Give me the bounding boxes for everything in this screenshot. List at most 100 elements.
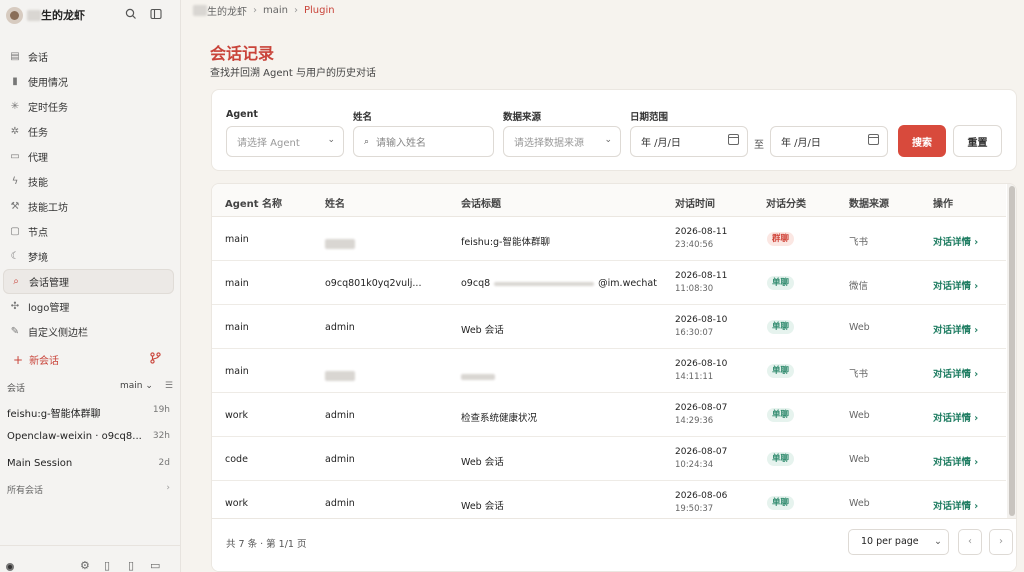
pagination-bar: 共 7 条 · 第 1/1 页 10 per page ⌄ ‹ › xyxy=(212,518,1016,571)
sessions-filter-value: main xyxy=(120,381,143,391)
conversation-detail-link[interactable]: 对话详情 › xyxy=(933,322,978,336)
calendar-icon[interactable] xyxy=(728,134,739,145)
table-scrollbar[interactable] xyxy=(1007,184,1016,518)
plus-icon: + xyxy=(13,352,24,367)
name-cell: o9cq801k0yq2vulj... xyxy=(325,278,422,289)
bar-chart-icon: ▮ xyxy=(12,76,18,87)
source-cell: Web xyxy=(849,498,870,509)
source-cell: 飞书 xyxy=(849,237,869,248)
per-page-value: 10 per page xyxy=(861,536,919,547)
agent-cell: work xyxy=(225,410,248,421)
book-icon[interactable]: ▯ xyxy=(104,559,110,572)
sidebar-item-skills[interactable]: ϟ 技能 xyxy=(3,169,174,194)
agent-cell: main xyxy=(225,278,249,289)
monitor-icon[interactable]: ▭ xyxy=(150,559,160,572)
session-title: Main Session xyxy=(7,458,73,469)
agent-cell: main xyxy=(225,322,249,333)
sidebar-item-label: 会话 xyxy=(28,53,48,64)
redacted-block xyxy=(325,238,355,249)
breadcrumb-workspace[interactable]: 生的龙虾 xyxy=(207,3,247,18)
category-badge: 单聊 xyxy=(767,364,795,378)
scrollbar-thumb[interactable] xyxy=(1009,186,1015,516)
pencil-icon: ✎ xyxy=(10,326,20,337)
name-input[interactable]: ⌕ 请输入姓名 xyxy=(353,126,494,157)
per-page-select[interactable]: 10 per page ⌄ xyxy=(848,529,949,555)
session-item[interactable]: feishu:g-智能体群聊 19h xyxy=(7,405,170,420)
sidebar-item-session-management[interactable]: ⌕ 会话管理 xyxy=(3,269,174,294)
title-cell: o9cq8 @im.wechat xyxy=(461,278,657,289)
redacted-block xyxy=(461,373,495,380)
sidebar-item-logo-management[interactable]: ✣ logo管理 xyxy=(3,294,174,319)
prev-page-button[interactable]: ‹ xyxy=(958,529,982,555)
avatar[interactable] xyxy=(6,6,23,24)
date-cell: 2026-08-11 xyxy=(675,227,728,237)
table-row: main feishu:g-智能体群聊 2026-08-11 23:40:56 … xyxy=(212,217,1006,261)
reset-button[interactable]: 重置 xyxy=(953,125,1002,157)
page-title: 会话记录 xyxy=(210,44,275,63)
sidebar-item-cron[interactable]: ✳ 定时任务 xyxy=(3,94,174,119)
sidebar-item-label: 会话管理 xyxy=(29,278,69,289)
sidebar-toggle-icon[interactable] xyxy=(149,8,163,22)
status-indicator xyxy=(6,563,14,571)
sessions-filter-select[interactable]: main ⌄ xyxy=(120,381,153,394)
source-select[interactable]: 请选择数据来源 ⌄ xyxy=(503,126,621,157)
sidebar-item-nodes[interactable]: ▢ 节点 xyxy=(3,219,174,244)
search-button[interactable]: 搜索 xyxy=(898,125,946,157)
name-cell: admin xyxy=(325,454,355,465)
time-cell: 14:11:11 xyxy=(675,372,714,382)
new-chat-button[interactable]: + 新会话 xyxy=(13,352,59,368)
conversation-detail-link[interactable]: 对话详情 › xyxy=(933,498,978,512)
column-header: 数据来源 xyxy=(849,199,889,210)
breadcrumb-separator: › xyxy=(253,5,257,16)
sidebar-item-label: logo管理 xyxy=(28,303,70,314)
sidebar-item-usage[interactable]: ▮ 使用情况 xyxy=(3,69,174,94)
start-date-input[interactable]: 年 /月/日 xyxy=(630,126,748,157)
pagination-info: 共 7 条 · 第 1/1 页 xyxy=(226,539,307,550)
date-cell: 2026-08-07 xyxy=(675,447,728,457)
next-page-button[interactable]: › xyxy=(989,529,1013,555)
sidebar-item-dreams[interactable]: ☾ 梦境 xyxy=(3,244,174,269)
category-badge: 单聊 xyxy=(767,408,795,422)
table-row: work admin 检查系统健康状况 2026-08-07 14:29:36 … xyxy=(212,393,1006,437)
conversation-detail-link[interactable]: 对话详情 › xyxy=(933,278,978,292)
source-select-placeholder: 请选择数据来源 xyxy=(514,138,584,149)
time-cell: 23:40:56 xyxy=(675,240,714,250)
name-cell: admin xyxy=(325,498,355,509)
search-icon[interactable] xyxy=(124,8,138,22)
date-cell: 2026-08-11 xyxy=(675,271,728,281)
session-age: 19h xyxy=(152,405,170,415)
sidebar-item-tasks[interactable]: ✲ 任务 xyxy=(3,119,174,144)
gear-icon[interactable]: ⚙ xyxy=(80,559,90,572)
tablet-icon[interactable]: ▯ xyxy=(128,559,134,572)
session-item[interactable]: Openclaw-weixin · o9cq8... 32h xyxy=(7,431,170,442)
conversation-detail-link[interactable]: 对话详情 › xyxy=(933,366,978,380)
agent-select[interactable]: 请选择 Agent ⌄ xyxy=(226,126,344,157)
session-title: feishu:g-智能体群聊 xyxy=(7,409,101,420)
session-item[interactable]: Main Session 2d xyxy=(7,458,170,469)
source-cell: 飞书 xyxy=(849,369,869,380)
briefcase-icon: ▭ xyxy=(10,151,20,162)
category-badge: 单聊 xyxy=(767,320,795,334)
wrench-icon: ⚒ xyxy=(10,201,20,212)
sidebar-item-skill-workshop[interactable]: ⚒ 技能工坊 xyxy=(3,194,174,219)
conversation-detail-link[interactable]: 对话详情 › xyxy=(933,234,978,248)
branch-icon[interactable] xyxy=(150,352,161,367)
conversation-detail-link[interactable]: 对话详情 › xyxy=(933,410,978,424)
calendar-icon[interactable] xyxy=(868,134,879,145)
sessions-header: 会话 main ⌄ ☰ xyxy=(7,381,173,394)
sidebar-item-label: 梦境 xyxy=(28,253,48,264)
time-cell: 16:30:07 xyxy=(675,328,714,338)
filter-icon[interactable]: ☰ xyxy=(165,381,173,394)
all-sessions-link[interactable]: 所有会话 › xyxy=(7,483,170,496)
sidebar-item-custom-sidebar[interactable]: ✎ 自定义侧边栏 xyxy=(3,319,174,344)
breadcrumb-branch[interactable]: main xyxy=(263,5,288,16)
sidebar-item-label: 使用情况 xyxy=(28,78,68,89)
end-date-input[interactable]: 年 /月/日 xyxy=(770,126,888,157)
date-cell: 2026-08-10 xyxy=(675,315,728,325)
agent-cell: main xyxy=(225,366,249,377)
document-icon: ▤ xyxy=(10,51,20,62)
sidebar-item-agents[interactable]: ▭ 代理 xyxy=(3,144,174,169)
conversation-detail-link[interactable]: 对话详情 › xyxy=(933,454,978,468)
sidebar-item-sessions[interactable]: ▤ 会话 xyxy=(3,44,174,69)
source-cell: 微信 xyxy=(849,281,869,292)
